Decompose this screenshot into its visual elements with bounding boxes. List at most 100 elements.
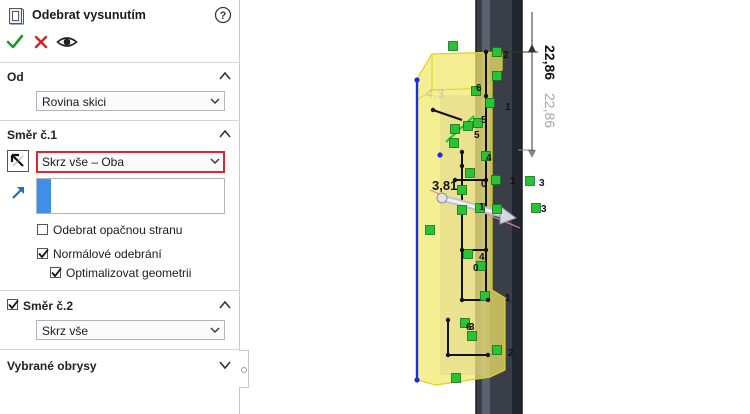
relation-marker-icon[interactable] [463, 121, 473, 131]
sketch-point[interactable] [459, 163, 465, 169]
sketch-point[interactable] [483, 49, 489, 55]
chevron-down-icon [210, 158, 220, 164]
relation-label: 5 [474, 130, 480, 141]
group-header-direction-2[interactable]: Směr č.2 [6, 297, 234, 315]
relation-marker-icon[interactable] [492, 345, 502, 355]
relation-marker-icon[interactable] [448, 41, 458, 51]
relation-marker-icon[interactable] [525, 176, 535, 186]
relation-marker-icon[interactable] [492, 204, 502, 214]
dimension-preview: 22,86 [542, 93, 558, 128]
chevron-up-icon[interactable] [218, 70, 232, 82]
checkmark-icon [51, 267, 62, 278]
relation-marker-icon[interactable] [457, 205, 467, 215]
reverse-direction-icon [10, 153, 24, 167]
relation-label: 1 [479, 202, 485, 213]
direction-vector-icon[interactable] [8, 181, 30, 203]
panel-resize-handle[interactable] [239, 350, 249, 388]
selected-edge-endpoint [414, 77, 420, 83]
reverse-direction-button[interactable] [7, 150, 29, 172]
sketch-point[interactable] [430, 107, 436, 113]
from-select[interactable]: Rovina skici [36, 91, 225, 111]
relation-marker-icon[interactable] [449, 138, 459, 148]
relation-marker-icon[interactable] [451, 373, 461, 383]
group-label-direction-2: Směr č.2 [23, 299, 74, 313]
relation-marker-icon[interactable] [425, 225, 435, 235]
faded-dimension: 4.3 [426, 86, 444, 101]
sketch-point[interactable] [483, 93, 489, 99]
dimension-primary[interactable]: 22,86 [542, 45, 558, 80]
relation-label: 4 [486, 153, 492, 164]
relation-marker-icon[interactable] [531, 203, 541, 213]
normal-cut-box[interactable] [37, 248, 49, 259]
page-title: Odebrat vysunutím [32, 8, 146, 22]
group-header-selected-contours[interactable]: Vybrané obrysy [6, 357, 234, 375]
model-view[interactable]: 22,86 22,86 3,81 4.3 26155410 31 3406132 [250, 0, 750, 414]
property-manager: Odebrat vysunutím ? Od Rovina skici Směr… [0, 0, 240, 414]
relation-label: 0 [481, 179, 487, 190]
relation-marker-icon[interactable] [492, 71, 502, 81]
optimize-geometry-checkbox[interactable]: Optimalizovat geometrii [50, 266, 230, 281]
relation-marker-icon[interactable] [450, 124, 460, 134]
checkmark-icon [38, 248, 49, 259]
grip-dot [241, 367, 247, 373]
title-row: Odebrat vysunutím ? [6, 6, 234, 26]
relation-marker-icon[interactable] [457, 185, 467, 195]
relation-label: 3 [541, 204, 547, 215]
end-condition-select-direction-1[interactable]: Skrz vše – Oba [36, 151, 225, 173]
chevron-down-icon [210, 327, 220, 333]
relation-label: 3 [539, 178, 545, 189]
divider [0, 290, 240, 291]
relation-label: 1 [510, 176, 516, 187]
divider [0, 62, 240, 63]
divider [0, 349, 240, 350]
sketch-point[interactable] [459, 149, 465, 155]
chevron-down-icon [210, 98, 220, 104]
group-label-selected-contours: Vybrané obrysy [7, 359, 97, 373]
group-header-from[interactable]: Od [6, 68, 234, 86]
normal-cut-checkbox[interactable]: Normálové odebrání [37, 247, 227, 262]
relation-marker-icon[interactable] [485, 98, 495, 108]
relation-label: 0 [473, 263, 479, 274]
relation-label: 2 [508, 348, 514, 359]
sketch-point[interactable] [485, 352, 491, 358]
relation-label: 1 [505, 102, 511, 113]
flip-side-to-cut-box[interactable] [37, 224, 48, 235]
relation-label: 1 [505, 293, 511, 304]
end-condition-select-direction-2[interactable]: Skrz vše [36, 320, 225, 340]
flip-side-to-cut-checkbox[interactable]: Odebrat opačnou stranu [37, 223, 227, 238]
sketch-point[interactable] [445, 317, 451, 323]
help-icon[interactable]: ? [214, 6, 232, 24]
relation-marker-icon[interactable] [465, 168, 475, 178]
selected-edge-endpoint [414, 377, 420, 383]
sketch-point[interactable] [452, 177, 458, 183]
svg-text:?: ? [220, 10, 227, 22]
close-icon[interactable] [32, 33, 50, 51]
optimize-geometry-box[interactable] [50, 267, 62, 278]
checkmark-icon [8, 299, 19, 310]
relation-marker-icon[interactable] [492, 47, 502, 57]
chevron-up-icon[interactable] [218, 128, 232, 140]
divider [0, 120, 240, 121]
eye-icon[interactable] [56, 33, 78, 51]
group-header-direction-1[interactable]: Směr č.1 [6, 126, 234, 144]
direction-reference-list[interactable] [36, 178, 225, 214]
relation-label: 3 [469, 322, 475, 333]
chevron-down-icon[interactable] [218, 359, 232, 371]
sketch-point[interactable] [459, 297, 465, 303]
group-label-from: Od [7, 70, 24, 84]
extruded-cut-icon [9, 8, 24, 25]
flip-side-to-cut-label: Odebrat opačnou stranu [53, 223, 183, 237]
relation-marker-icon[interactable] [491, 175, 501, 185]
chevron-up-icon[interactable] [218, 299, 232, 311]
sketch-point[interactable] [459, 247, 465, 253]
graphics-area[interactable]: 22,86 22,86 3,81 4.3 26155410313406132 [250, 0, 750, 414]
sketch-point[interactable] [445, 352, 451, 358]
optimize-geometry-label: Optimalizovat geometrii [66, 266, 192, 280]
direction-2-enable-checkbox[interactable] [7, 299, 19, 310]
relation-label: 5 [481, 115, 487, 126]
check-icon[interactable] [6, 33, 24, 51]
relation-marker-icon[interactable] [463, 249, 473, 259]
relation-label: 4 [479, 252, 485, 263]
normal-cut-label: Normálové odebrání [53, 247, 162, 261]
sketch-point[interactable] [485, 297, 491, 303]
